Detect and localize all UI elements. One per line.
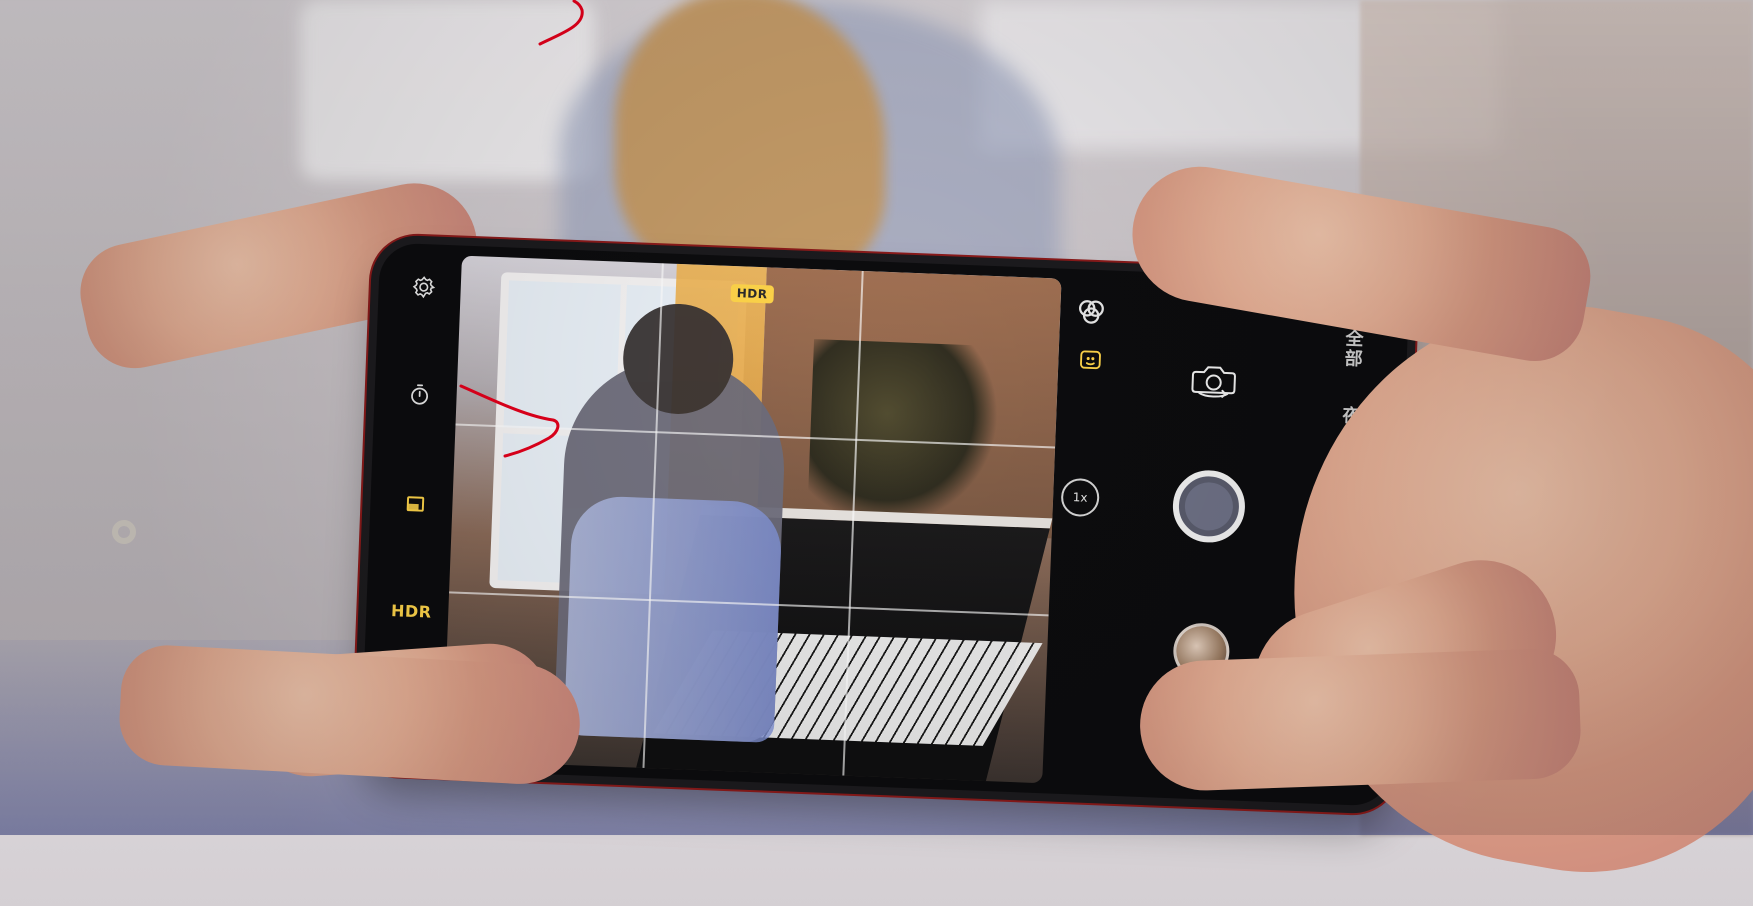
scene-pianist-dress (563, 494, 783, 743)
switch-camera-icon[interactable] (1185, 357, 1242, 399)
red-annotation-mark-top (538, 0, 584, 46)
hdr-label: HDR (390, 601, 432, 622)
hdr-icon[interactable]: HDR (390, 590, 434, 634)
zoom-toggle[interactable]: 1x (1060, 477, 1100, 518)
settings-icon[interactable] (402, 265, 446, 309)
right-lower-finger (1137, 647, 1583, 793)
ring (112, 520, 136, 544)
left-lower-finger (117, 643, 583, 787)
background-person-shoulder (615, 0, 885, 280)
scene-plant (807, 339, 1004, 527)
shutter-button[interactable] (1171, 469, 1247, 544)
beauty-icon[interactable] (1076, 345, 1105, 374)
mode-all[interactable]: 全部 (1338, 328, 1366, 369)
timer-icon[interactable] (398, 373, 442, 417)
red-annotation-mark (459, 384, 560, 458)
hdr-badge: HDR (730, 283, 774, 304)
aspect-ratio-icon[interactable] (394, 482, 438, 526)
filters-icon[interactable] (1074, 295, 1109, 330)
